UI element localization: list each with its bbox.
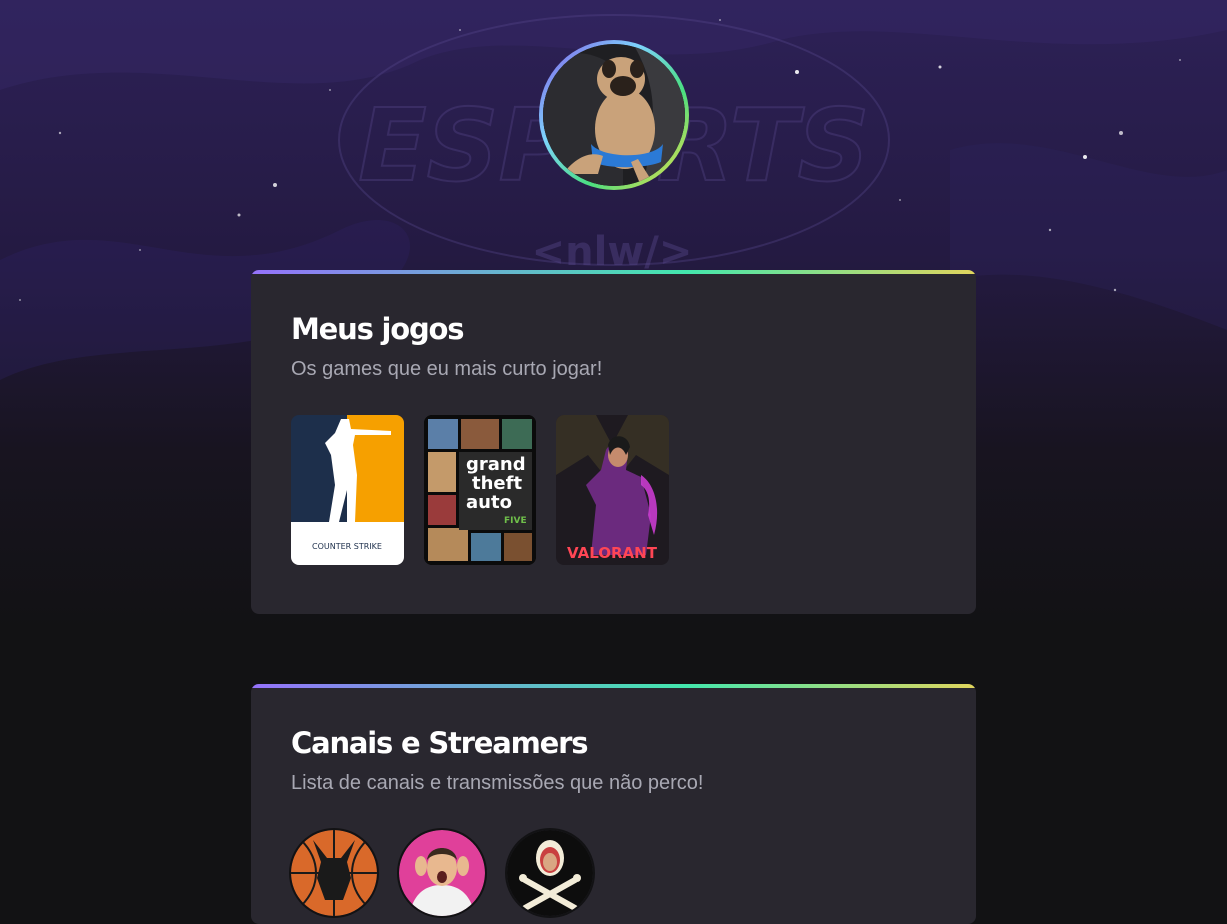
game-counter-strike[interactable]: COUNTER STRIKE: [291, 415, 404, 565]
gta-v-label-1: grand: [466, 454, 526, 475]
channel-avatar-3[interactable]: [507, 830, 593, 916]
channel-avatar-2[interactable]: [399, 830, 485, 916]
gta-v-label-2: theft: [472, 473, 522, 494]
valorant-label: VALORANT: [567, 544, 658, 562]
counter-strike-label: COUNTER STRIKE: [312, 542, 382, 551]
gta-v-cover: grand theft auto FIVE: [424, 415, 536, 565]
gta-v-label-4: FIVE: [504, 516, 527, 526]
channel-avatar-1[interactable]: [291, 830, 377, 916]
games-section-subtitle: Os games que eu mais curto jogar!: [291, 358, 603, 380]
game-valorant[interactable]: VALORANT: [556, 415, 669, 565]
profile-avatar: [539, 40, 689, 190]
counter-strike-cover: COUNTER STRIKE: [291, 415, 404, 565]
channels-section-subtitle: Lista de canais e transmissões que não p…: [291, 772, 704, 794]
games-card: Meus jogos Os games que eu mais curto jo…: [251, 270, 976, 614]
skull-crossbones-avatar: [507, 830, 593, 916]
pug-avatar-image: [543, 44, 685, 186]
channels-card: Canais e Streamers Lista de canais e tra…: [251, 684, 976, 924]
streamer-pink-avatar: [399, 830, 485, 916]
game-gta-v[interactable]: grand theft auto FIVE: [424, 415, 536, 565]
valorant-cover: VALORANT: [556, 415, 669, 565]
channels-section-title: Canais e Streamers: [291, 726, 588, 760]
nlw-tag-text: <nlw/>: [532, 229, 693, 275]
gta-v-label-3: auto: [466, 492, 512, 513]
goat-basketball-avatar: [291, 830, 377, 916]
games-section-title: Meus jogos: [291, 312, 465, 346]
